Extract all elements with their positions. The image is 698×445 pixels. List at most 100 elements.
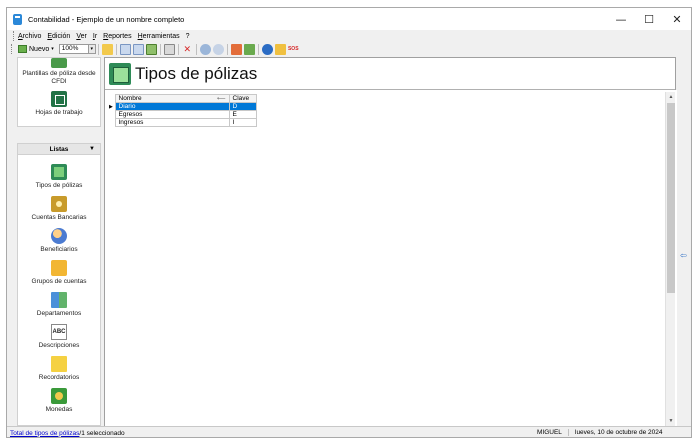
menu-ayuda[interactable]: ? [186, 33, 190, 40]
columns-icon[interactable] [145, 43, 157, 55]
toolbar-separator [177, 43, 179, 55]
cell-nombre[interactable]: Diario [114, 102, 230, 111]
page-title: Tipos de pólizas [135, 63, 258, 83]
window-title: Contabilidad - Ejemplo de un nombre comp… [28, 14, 185, 24]
open-folder-icon[interactable] [101, 43, 113, 55]
main-panel: Tipos de pólizas Nombre ⟵ Clave ▶ Diario [104, 57, 677, 426]
status-selection: /1 seleccionado [79, 429, 125, 437]
sidebar-item-departamentos[interactable]: Departamentos [18, 292, 100, 318]
sort-indicator-icon: ⟵ [216, 96, 226, 102]
window-controls: — ☐ ✕ [607, 8, 691, 30]
toolbar-separator [195, 43, 197, 55]
status-bar: Total de tipos de pólizas /1 seleccionad… [7, 426, 691, 437]
toolbar-separator [226, 43, 228, 55]
sidebar-listas-section: Listas ▼ Tipos de pólizas Cuentas Bancar… [17, 143, 101, 426]
maximize-button[interactable]: ☐ [635, 8, 663, 30]
print-icon[interactable] [163, 43, 175, 55]
collapse-arrow-icon[interactable]: ▼ [89, 146, 95, 152]
column-header-label: Clave [232, 95, 250, 102]
sidebar-item-descripciones[interactable]: ABC Descripciones [18, 324, 100, 350]
minimize-button[interactable]: — [607, 8, 635, 30]
new-button[interactable]: Nuevo ▾ [16, 44, 56, 55]
toolbar-grip [11, 44, 13, 54]
spreadsheet-icon [51, 91, 67, 107]
cell-clave[interactable]: D [228, 102, 257, 111]
toolbar-separator [115, 43, 117, 55]
zoom-dropdown-icon[interactable]: ▾ [88, 44, 96, 54]
beneficiaries-icon [51, 228, 67, 244]
refresh-icon[interactable] [243, 43, 255, 55]
scroll-down-icon[interactable]: ▼ [666, 416, 676, 426]
policy-types-icon [51, 164, 67, 180]
new-button-label: Nuevo [29, 45, 50, 53]
account-groups-icon [51, 260, 67, 276]
status-date: lueves, 10 de octubre de 2024 [575, 429, 663, 436]
policy-types-table: Nombre ⟵ Clave ▶ Diario D Egresos E Ingr… [109, 94, 257, 127]
sidebar-item-recordatorios[interactable]: Recordatorios [18, 356, 100, 382]
departments-icon [51, 292, 67, 308]
find-icon[interactable] [199, 43, 211, 55]
close-button[interactable]: ✕ [663, 8, 691, 30]
scroll-up-icon[interactable]: ▲ [666, 92, 676, 102]
bank-accounts-icon [51, 196, 67, 212]
expand-panel-icon[interactable]: ⇦ [680, 251, 687, 260]
reminders-icon [51, 356, 67, 372]
cell-clave[interactable]: I [228, 118, 257, 127]
sidebar-item-label: Plantillas de póliza desde CFDI [22, 70, 96, 85]
sidebar-top-section: Plantillas de póliza desde CFDI Hojas de… [17, 57, 101, 127]
page-header: Tipos de pólizas [105, 58, 675, 90]
home-icon[interactable] [230, 43, 242, 55]
import-icon[interactable] [119, 43, 131, 55]
export-icon[interactable] [132, 43, 144, 55]
menu-edicion[interactable]: Edición [47, 33, 70, 40]
cell-clave[interactable]: E [228, 110, 257, 119]
status-user: MIGUEL [537, 429, 569, 436]
sidebar-item-cuentas-bancarias[interactable]: Cuentas Bancarias [18, 196, 100, 222]
menu-ir[interactable]: Ir [93, 33, 97, 40]
sidebar-item-label: Recordatorios [38, 374, 80, 381]
app-window: Contabilidad - Ejemplo de un nombre comp… [6, 7, 692, 438]
sidebar-item-beneficiarios[interactable]: Beneficiarios [18, 228, 100, 254]
column-header-clave[interactable]: Clave [228, 94, 257, 103]
new-icon [18, 45, 27, 53]
toolbar-separator [97, 43, 99, 55]
menu-archivo[interactable]: Archivo [18, 33, 41, 40]
table-row[interactable]: Ingresos I [109, 118, 257, 127]
menu-ver[interactable]: Ver [76, 33, 87, 40]
column-header-nombre[interactable]: Nombre ⟵ [114, 94, 230, 103]
cell-nombre[interactable]: Ingresos [114, 118, 230, 127]
template-icon [51, 58, 67, 68]
vertical-scrollbar[interactable]: ▲ ▼ [665, 92, 675, 426]
sidebar-item-label: Beneficiarios [40, 246, 78, 253]
menu-grip [13, 31, 15, 41]
sidebar-listas-title: Listas [49, 145, 69, 153]
table-row[interactable]: ▶ Diario D [109, 102, 257, 111]
app-icon [13, 13, 22, 25]
status-total-link[interactable]: Total de tipos de pólizas [10, 430, 79, 437]
menu-herramientas[interactable]: Herramientas [138, 33, 180, 40]
help-icon[interactable] [261, 43, 273, 55]
sidebar-item-label: Grupos de cuentas [31, 278, 87, 285]
sidebar-item-monedas[interactable]: Monedas [18, 388, 100, 414]
sidebar-item-tipos-polizas[interactable]: Tipos de pólizas [18, 164, 100, 190]
sidebar-item-label: Monedas [45, 406, 73, 413]
sidebar-item-plantillas[interactable]: Plantillas de póliza desde CFDI [18, 58, 100, 86]
table-header-row: Nombre ⟵ Clave [109, 94, 257, 103]
sidebar-item-hojas[interactable]: Hojas de trabajo [18, 91, 100, 117]
delete-icon[interactable]: ✕ [182, 44, 193, 55]
sos-icon[interactable]: SOS [288, 44, 299, 55]
cell-nombre[interactable]: Egresos [114, 110, 230, 119]
notes-icon[interactable] [274, 43, 286, 55]
sidebar-listas-header[interactable]: Listas ▼ [18, 144, 100, 155]
sidebar-item-label: Tipos de pólizas [35, 182, 83, 189]
sidebar-item-grupos-cuentas[interactable]: Grupos de cuentas [18, 260, 100, 286]
scroll-thumb[interactable] [667, 103, 675, 293]
menu-reportes[interactable]: Reportes [103, 33, 131, 40]
toolbar-separator [159, 43, 161, 55]
toolbar-separator [257, 43, 259, 55]
table-row[interactable]: Egresos E [109, 110, 257, 119]
currencies-icon [51, 388, 67, 404]
find-next-icon[interactable] [212, 43, 224, 55]
zoom-select[interactable]: 100% [58, 44, 89, 54]
sidebar-item-label: Descripciones [38, 342, 80, 349]
